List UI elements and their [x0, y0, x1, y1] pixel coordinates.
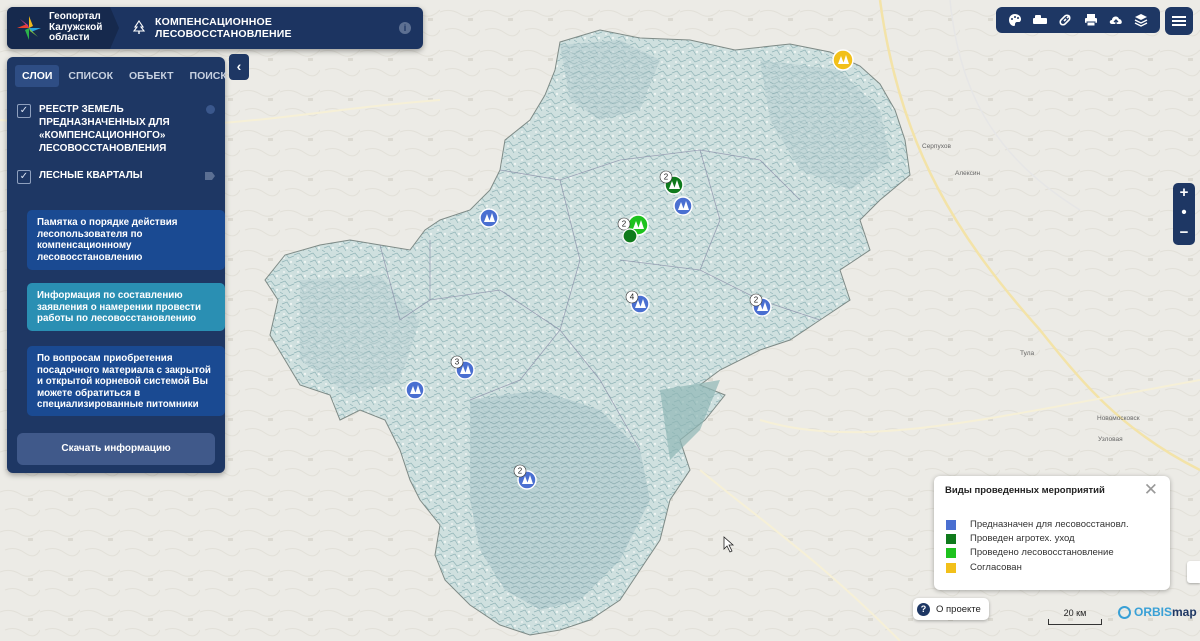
legend-label: Проведен агротех. уход: [970, 533, 1075, 544]
collapse-panel-button[interactable]: ‹: [229, 54, 249, 80]
palette-icon[interactable]: [1006, 11, 1024, 29]
upload-icon[interactable]: [1107, 11, 1125, 29]
place-label: Серпухов: [922, 143, 951, 150]
legend-item: Проведено лесовосстановление: [946, 547, 1114, 558]
layer-style-icon[interactable]: [205, 172, 215, 180]
zoom-control: + • −: [1173, 183, 1195, 245]
brand-orbis: ORBIS: [1134, 605, 1173, 619]
map-marker[interactable]: [673, 196, 693, 216]
map-toolbar: [996, 7, 1160, 33]
measure-icon[interactable]: [1031, 11, 1049, 29]
legend-swatch: [946, 533, 956, 544]
hamburger-icon: [1172, 16, 1186, 26]
logo[interactable]: Геопортал Калужской области: [7, 7, 119, 49]
map-marker[interactable]: [405, 380, 425, 400]
layer-item-registry[interactable]: ✓ РЕЕСТР ЗЕМЕЛЬ ПРЕДНАЗНАЧЕННЫХ ДЛЯ «КОМ…: [7, 103, 225, 155]
marker-count: 2: [622, 220, 627, 229]
legend-label: Согласован: [970, 562, 1022, 573]
map-marker[interactable]: [832, 49, 854, 71]
legend-title: Виды проведенных мероприятий: [945, 485, 1105, 496]
logo-text-line: области: [49, 32, 90, 44]
place-label: Новомосковск: [1097, 415, 1140, 422]
layers-panel: СЛОИ СПИСОК ОБЪЕКТ ПОИСК ✓ РЕЕСТР ЗЕМЕЛЬ…: [7, 57, 227, 473]
legend-item: Предназначен для лесовосстановл.: [946, 519, 1129, 530]
about-label: О проекте: [936, 603, 981, 615]
map-marker[interactable]: [622, 228, 638, 244]
layer-label: РЕЕСТР ЗЕМЕЛЬ ПРЕДНАЗНАЧЕННЫХ ДЛЯ «КОМПЕ…: [39, 104, 170, 154]
legend-swatch: [946, 547, 956, 558]
tab-list[interactable]: СПИСОК: [61, 65, 120, 87]
brand-map: map: [1172, 605, 1197, 619]
orbis-logo-icon: [1118, 605, 1131, 619]
layer-item-forest-quarters[interactable]: ✓ ЛЕСНЫЕ КВАРТАЛЫ: [7, 169, 225, 184]
scale-bar: 20 км: [1048, 608, 1102, 625]
layer-checkbox[interactable]: ✓: [17, 104, 31, 118]
about-button[interactable]: ? О проекте: [913, 598, 989, 620]
info-card-nurseries[interactable]: По вопросам приобретения посадочного мат…: [27, 346, 225, 416]
legend-panel: Виды проведенных мероприятий ✕ Предназна…: [934, 476, 1170, 590]
zoom-out-button[interactable]: −: [1173, 223, 1195, 243]
legend-item: Согласован: [946, 562, 1022, 573]
question-icon: ?: [917, 602, 930, 616]
scale-bar-line: [1048, 619, 1102, 625]
marker-count: 4: [630, 293, 635, 302]
place-label: Тула: [1020, 350, 1035, 357]
tab-search[interactable]: ПОИСК: [183, 65, 234, 87]
forest-icon: [132, 20, 146, 34]
legend-label: Проведено лесовосстановление: [970, 547, 1114, 558]
menu-button[interactable]: [1165, 7, 1193, 35]
info-card-memo[interactable]: Памятка о порядке действия лесопользоват…: [27, 210, 225, 270]
place-label: Алексин: [955, 170, 981, 177]
marker-count: 2: [754, 296, 759, 305]
panel-tabs: СЛОИ СПИСОК ОБЪЕКТ ПОИСК: [7, 57, 227, 87]
info-icon[interactable]: i: [399, 22, 411, 34]
download-button[interactable]: Скачать информацию: [17, 433, 215, 465]
link-icon[interactable]: [1056, 11, 1074, 29]
legend-swatch: [946, 519, 956, 530]
close-icon[interactable]: ✕: [1144, 481, 1158, 499]
layers-icon[interactable]: [1132, 11, 1150, 29]
legend-swatch: [946, 562, 956, 573]
locate-button[interactable]: •: [1173, 203, 1195, 223]
legend-toggle-tab[interactable]: [1187, 561, 1200, 583]
marker-count: 2: [518, 467, 523, 476]
orbismap-logo[interactable]: ORBIS map: [1118, 605, 1197, 619]
info-card-application[interactable]: Информация по составлению заявления о на…: [27, 283, 225, 331]
layer-checkbox[interactable]: ✓: [17, 170, 31, 184]
marker-count: 3: [455, 358, 460, 367]
place-label: Узловая: [1098, 436, 1123, 443]
layer-label: ЛЕСНЫЕ КВАРТАЛЫ: [39, 170, 143, 181]
layer-style-icon[interactable]: [206, 105, 215, 114]
page-title: КОМПЕНСАЦИОННОЕ ЛЕСОВОССТАНОВЛЕНИЕ: [155, 16, 292, 40]
zoom-in-button[interactable]: +: [1173, 183, 1195, 203]
tab-object[interactable]: ОБЪЕКТ: [122, 65, 181, 87]
map-marker[interactable]: [479, 208, 499, 228]
scale-label: 20 км: [1063, 608, 1087, 618]
legend-item: Проведен агротех. уход: [946, 533, 1075, 544]
app-header: Геопортал Калужской области КОМПЕНСАЦИОН…: [7, 7, 423, 49]
tab-layers[interactable]: СЛОИ: [15, 65, 60, 87]
logo-text: Геопортал Калужской области: [49, 12, 102, 44]
marker-count: 2: [664, 173, 669, 182]
geoportal-logo-icon: [17, 16, 41, 40]
print-icon[interactable]: [1082, 11, 1100, 29]
legend-label: Предназначен для лесовосстановл.: [970, 519, 1129, 530]
